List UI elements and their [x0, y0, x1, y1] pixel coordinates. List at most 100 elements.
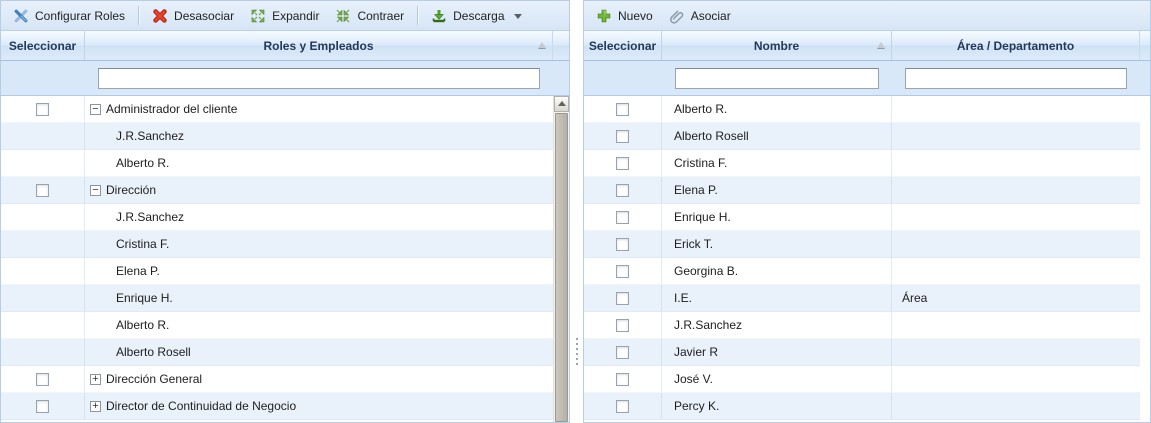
header-stub [553, 31, 569, 60]
column-header-seleccionar[interactable]: Seleccionar [584, 31, 662, 60]
table-row[interactable]: +Dirección General [1, 366, 553, 393]
tree-cell: J.R.Sanchez [85, 204, 553, 230]
scrollbar-thumb[interactable] [555, 113, 568, 422]
nuevo-button[interactable]: Nuevo [588, 5, 661, 27]
minus-box-icon[interactable]: − [90, 185, 101, 196]
vertical-scrollbar[interactable] [553, 96, 569, 422]
filter-cell [85, 61, 553, 95]
area-cell [892, 339, 1140, 365]
column-header-nombre[interactable]: Nombre [662, 31, 892, 60]
area-cell [892, 177, 1140, 203]
row-checkbox[interactable] [616, 103, 629, 116]
plus-box-icon[interactable]: + [90, 374, 101, 385]
configurar-roles-button[interactable]: Configurar Roles [5, 5, 133, 27]
table-row[interactable]: Alberto R. [1, 312, 553, 339]
row-checkbox[interactable] [616, 238, 629, 251]
tree-cell: Alberto R. [85, 312, 553, 338]
left-toolbar: Configurar Roles Desasociar [1, 1, 569, 31]
row-select-cell [1, 231, 85, 257]
table-row[interactable]: Percy K. [584, 393, 1140, 420]
descarga-button[interactable]: Descarga [423, 5, 529, 27]
table-row[interactable]: Enrique H. [1, 285, 553, 312]
table-row[interactable]: Alberto R. [1, 150, 553, 177]
table-row[interactable]: −Administrador del cliente [1, 96, 553, 123]
row-checkbox[interactable] [616, 346, 629, 359]
row-checkbox[interactable] [616, 373, 629, 386]
minus-box-icon[interactable]: − [90, 104, 101, 115]
row-checkbox[interactable] [616, 211, 629, 224]
row-checkbox[interactable] [36, 373, 49, 386]
row-checkbox[interactable] [616, 130, 629, 143]
table-row[interactable]: J.R.Sanchez [1, 123, 553, 150]
asociar-label: Asociar [691, 9, 731, 23]
table-row[interactable]: I.E.Área [584, 285, 1140, 312]
row-checkbox[interactable] [616, 319, 629, 332]
row-select-cell [1, 285, 85, 311]
table-row[interactable]: Alberto Rosell [584, 123, 1140, 150]
plus-box-icon[interactable]: + [90, 401, 101, 412]
row-select-cell [1, 150, 85, 176]
column-header-area-departamento[interactable]: Área / Departamento [892, 31, 1140, 60]
table-row[interactable]: Elena P. [1, 258, 553, 285]
table-row[interactable]: Alberto R. [584, 96, 1140, 123]
row-checkbox[interactable] [616, 265, 629, 278]
paperclip-icon [669, 8, 685, 24]
row-label: J.R.Sanchez [116, 210, 184, 224]
filter-stub [553, 61, 569, 95]
table-row[interactable]: Javier R [584, 339, 1140, 366]
row-select-cell [1, 393, 85, 419]
row-area-label: Área [902, 291, 927, 305]
left-filter-row [1, 61, 569, 96]
desasociar-button[interactable]: Desasociar [144, 5, 242, 27]
tree-cell: + Director de Continuidad de Negocio [85, 393, 553, 419]
table-row[interactable]: Erick T. [584, 231, 1140, 258]
table-row[interactable]: −Dirección [1, 177, 553, 204]
table-row[interactable]: Enrique H. [584, 204, 1140, 231]
toolbar-separator [138, 6, 139, 25]
row-nombre-label: Alberto R. [674, 102, 727, 116]
contraer-button[interactable]: Contraer [327, 5, 412, 27]
row-label: Cristina F. [116, 237, 169, 251]
table-row[interactable]: J.R.Sanchez [584, 312, 1140, 339]
row-checkbox[interactable] [616, 400, 629, 413]
table-row[interactable]: Elena P. [584, 177, 1140, 204]
table-row[interactable]: Alberto Rosell [1, 339, 553, 366]
row-select-cell [1, 312, 85, 338]
table-row[interactable]: José V. [584, 366, 1140, 393]
row-select-cell [1, 339, 85, 365]
toolbar-separator [417, 6, 418, 25]
panel-splitter[interactable] [570, 0, 583, 423]
nombre-cell: Percy K. [662, 393, 892, 419]
table-row[interactable]: Georgina B. [584, 258, 1140, 285]
row-label: Director de Continuidad de Negocio [106, 399, 296, 413]
tree-cell: Alberto Rosell [85, 339, 553, 365]
asociar-button[interactable]: Asociar [661, 5, 739, 27]
table-row[interactable]: J.R.Sanchez [1, 204, 553, 231]
row-checkbox[interactable] [36, 184, 49, 197]
table-row[interactable]: + Director de Continuidad de Negocio [1, 393, 553, 420]
column-header-seleccionar[interactable]: Seleccionar [1, 31, 85, 60]
left-grid-header: Seleccionar Roles y Empleados [1, 31, 569, 61]
row-checkbox[interactable] [616, 184, 629, 197]
column-header-label: Nombre [754, 39, 799, 53]
nuevo-label: Nuevo [618, 9, 653, 23]
row-checkbox[interactable] [36, 400, 49, 413]
row-checkbox[interactable] [616, 157, 629, 170]
table-row[interactable]: Cristina F. [1, 231, 553, 258]
area-filter-input[interactable] [905, 68, 1127, 89]
nombre-filter-input[interactable] [675, 68, 879, 89]
table-row[interactable]: Cristina F. [584, 150, 1140, 177]
right-toolbar: Nuevo Asociar [584, 1, 1150, 31]
scroll-up-button[interactable] [554, 96, 569, 112]
area-cell [892, 231, 1140, 257]
row-checkbox[interactable] [616, 292, 629, 305]
nombre-cell: José V. [662, 366, 892, 392]
row-label: Alberto R. [116, 318, 169, 332]
row-nombre-label: Georgina B. [674, 264, 738, 278]
download-icon [431, 8, 447, 24]
column-header-roles-y-empleados[interactable]: Roles y Empleados [85, 31, 553, 60]
expandir-button[interactable]: Expandir [242, 5, 327, 27]
row-checkbox[interactable] [36, 103, 49, 116]
nombre-cell: Alberto R. [662, 96, 892, 122]
roles-filter-input[interactable] [98, 68, 540, 89]
